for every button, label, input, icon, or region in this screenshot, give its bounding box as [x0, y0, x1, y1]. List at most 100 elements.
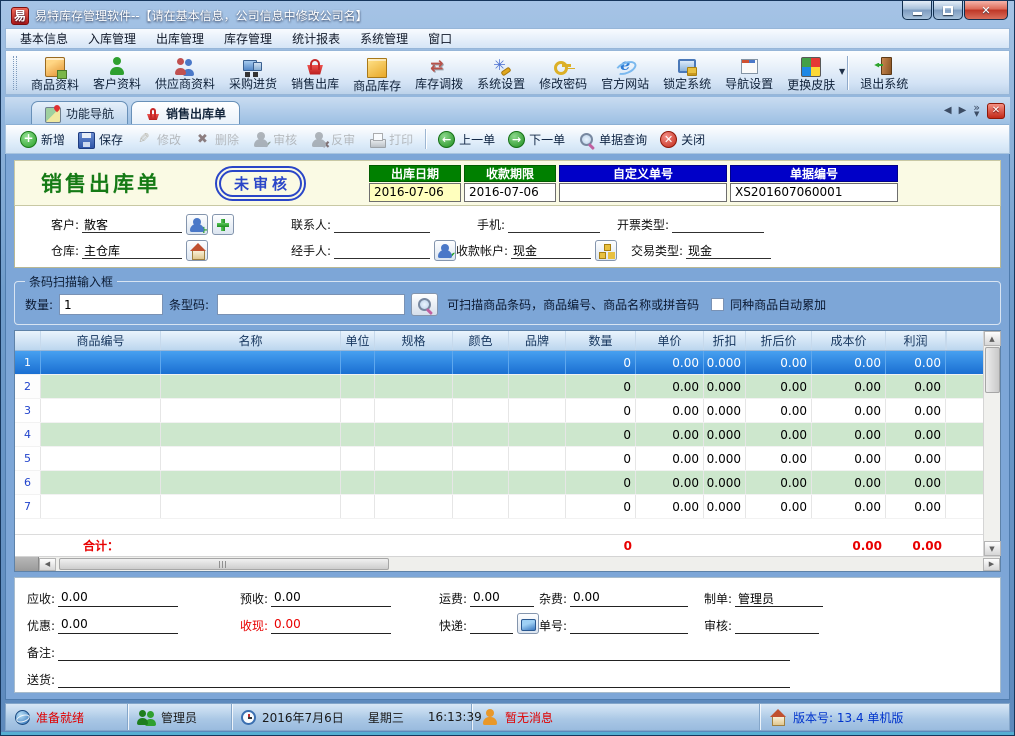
version-icon	[769, 708, 787, 726]
summary-value-freight[interactable]: 0.00	[470, 590, 534, 607]
horizontal-scroll-thumb[interactable]	[59, 558, 389, 570]
express-picker-button[interactable]	[517, 613, 539, 634]
table-row-1[interactable]: 100.000.0000.000.000.00	[15, 351, 983, 375]
summary-value-express[interactable]	[470, 617, 513, 634]
horizontal-scrollbar[interactable]: ◀ ▶	[15, 556, 1000, 571]
tab-scroll-left-button[interactable]: ◀	[944, 105, 952, 116]
header-field-value-due-date[interactable]: 2016-07-06	[464, 183, 556, 202]
form-toolbar-button-close-order[interactable]: ✕关闭	[654, 127, 711, 151]
person-pick-button[interactable]: +	[186, 214, 208, 235]
header-field-value-doc-no[interactable]: XS201607060001	[730, 183, 898, 202]
field-value-account[interactable]: 现金	[511, 242, 591, 259]
menu-item-basic-info[interactable]: 基本信息	[10, 28, 78, 49]
title-bar[interactable]: 易 易特库存管理软件--【请在基本信息，公司信息中修改公司名】 ✕	[5, 1, 1010, 27]
scroll-right-button[interactable]: ▶	[983, 558, 1000, 571]
stock-transfer-icon	[429, 56, 449, 76]
tab-close-button[interactable]: ✕	[987, 103, 1005, 119]
field-value-handler[interactable]	[334, 242, 430, 259]
cell-color	[453, 447, 509, 470]
field-value-customer[interactable]: 散客	[82, 216, 182, 233]
toolbar-button-label: 销售出库	[291, 78, 339, 91]
toolbar-button-stock-transfer[interactable]: 库存调拨	[408, 52, 470, 93]
person-check-pick-button[interactable]: ✔	[434, 240, 456, 261]
delivery-input[interactable]	[58, 671, 790, 688]
barcode-search-button[interactable]	[411, 293, 438, 316]
maximize-button[interactable]	[933, 1, 963, 20]
table-row-3[interactable]: 300.000.0000.000.000.00	[15, 399, 983, 423]
table-row-7[interactable]: 700.000.0000.000.000.00	[15, 495, 983, 519]
field-value-contact[interactable]	[334, 216, 430, 233]
summary-value-tracking-no[interactable]	[570, 617, 688, 634]
summary-value-creator[interactable]: 管理员	[735, 590, 823, 607]
menu-item-inventory[interactable]: 库存管理	[214, 28, 282, 49]
tab-function-nav[interactable]: 功能导航	[31, 101, 128, 124]
field-warehouse: 仓库:主仓库	[51, 240, 291, 261]
summary-value-receivable[interactable]: 0.00	[58, 590, 178, 607]
table-row-2[interactable]: 200.000.0000.000.000.00	[15, 375, 983, 399]
summary-value-misc-fee[interactable]: 0.00	[570, 590, 688, 607]
menu-item-window[interactable]: 窗口	[418, 28, 462, 49]
tab-scroll-right-button[interactable]: ▶	[959, 105, 967, 116]
summary-field-auditor: 审核:	[704, 617, 819, 634]
summary-value-prepaid[interactable]: 0.00	[271, 590, 391, 607]
menu-item-system[interactable]: 系统管理	[350, 28, 418, 49]
scroll-down-button[interactable]: ▼	[984, 541, 1001, 556]
scroll-left-button[interactable]: ◀	[39, 558, 56, 571]
scroll-up-button[interactable]: ▲	[984, 331, 1001, 346]
auto-accumulate-checkbox[interactable]	[711, 298, 724, 311]
summary-value-discount[interactable]: 0.00	[58, 617, 178, 634]
barcode-input[interactable]	[217, 294, 405, 315]
toolbar-button-goods-info[interactable]: 商品资料	[24, 52, 86, 93]
table-row-4[interactable]: 400.000.0000.000.000.00	[15, 423, 983, 447]
account-pick-button[interactable]	[595, 240, 617, 261]
toolbar-button-exit-system[interactable]: 退出系统	[853, 52, 915, 93]
menu-item-reports[interactable]: 统计报表	[282, 28, 350, 49]
summary-value-cash-received[interactable]: 0.00	[271, 617, 391, 634]
cell-spec	[375, 351, 453, 374]
toolbar-button-lock-system[interactable]: 锁定系统	[656, 52, 718, 93]
plus-add-button[interactable]	[212, 214, 234, 235]
form-toolbar-button-new[interactable]: 新增	[14, 127, 71, 151]
field-value-trade-type[interactable]: 现金	[686, 242, 771, 259]
house-pick-button[interactable]	[186, 240, 208, 261]
summary-value-auditor[interactable]	[735, 617, 819, 634]
remark-input[interactable]	[58, 644, 790, 661]
toolbar-button-customer-info[interactable]: 客户资料	[86, 52, 148, 93]
toolbar-button-goods-stock[interactable]: 商品库存	[346, 52, 408, 93]
minimize-button[interactable]	[902, 1, 932, 20]
form-toolbar-button-label: 上一单	[459, 131, 495, 148]
table-row-5[interactable]: 500.000.0000.000.000.00	[15, 447, 983, 471]
cell-brand	[509, 447, 566, 470]
field-label-handler: 经手人:	[291, 242, 331, 259]
menu-item-inbound[interactable]: 入库管理	[78, 28, 146, 49]
toolbar-button-system-settings[interactable]: 系统设置	[470, 52, 532, 93]
dropdown-arrow-icon[interactable]: ▼	[839, 67, 845, 76]
toolbar-button-official-website[interactable]: 官方网站	[594, 52, 656, 93]
table-row-6[interactable]: 600.000.0000.000.000.00	[15, 471, 983, 495]
toolbar-button-change-password[interactable]: 修改密码	[532, 52, 594, 93]
toolbar-button-change-skin[interactable]: 更换皮肤▼	[780, 52, 842, 93]
table-total-row: 合计：00.000.00	[15, 534, 983, 556]
form-toolbar-button-save[interactable]: 保存	[72, 127, 129, 152]
header-field-value-out-date[interactable]: 2016-07-06	[369, 183, 461, 202]
menu-item-outbound[interactable]: 出库管理	[146, 28, 214, 49]
tab-sales-order[interactable]: 销售出库单	[131, 101, 240, 124]
toolbar-grip[interactable]	[13, 56, 17, 90]
field-value-invoice-type[interactable]	[672, 216, 764, 233]
field-value-mobile[interactable]	[508, 216, 600, 233]
form-toolbar-button-order-query[interactable]: 单据查询	[572, 128, 653, 151]
toolbar-button-label: 库存调拨	[415, 78, 463, 91]
header-field-value-custom-no[interactable]	[559, 183, 727, 202]
vertical-scrollbar[interactable]: ▲ ▼	[983, 331, 1000, 556]
tab-list-button[interactable]: »▼	[973, 105, 980, 117]
field-value-warehouse[interactable]: 主仓库	[82, 242, 182, 259]
form-toolbar-button-next-order[interactable]: →下一单	[502, 127, 571, 151]
barcode-qty-input[interactable]	[59, 294, 163, 315]
form-toolbar-button-prev-order[interactable]: ←上一单	[432, 127, 501, 151]
toolbar-button-purchase-in[interactable]: 采购进货	[222, 52, 284, 93]
vertical-scroll-thumb[interactable]	[985, 347, 1000, 393]
toolbar-button-nav-settings[interactable]: 导航设置	[718, 52, 780, 93]
toolbar-button-supplier-info[interactable]: 供应商资料	[148, 52, 222, 93]
toolbar-button-sales-out[interactable]: 销售出库	[284, 52, 346, 93]
close-button[interactable]: ✕	[964, 1, 1008, 20]
